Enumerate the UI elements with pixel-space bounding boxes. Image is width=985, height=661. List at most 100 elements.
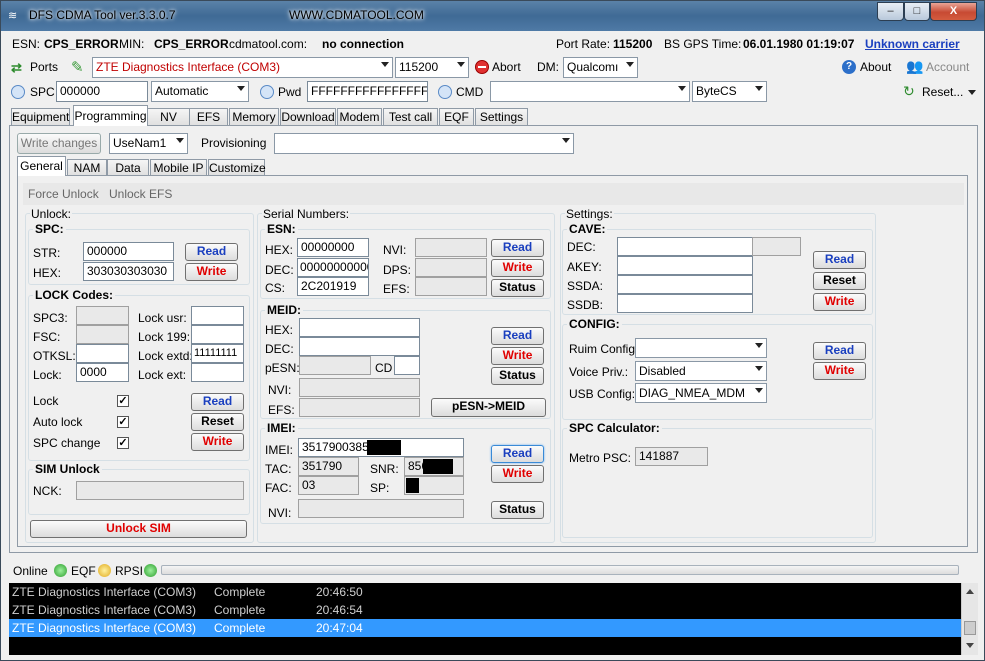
bytecs-select[interactable]: ByteCS <box>692 81 767 102</box>
pwd-input[interactable]: FFFFFFFFFFFFFFFF <box>307 81 428 102</box>
chevron-down-icon[interactable] <box>968 90 976 95</box>
spc3-input[interactable] <box>76 306 129 325</box>
ssdb-input[interactable] <box>617 294 753 313</box>
lock-codes-reset-button[interactable]: Reset <box>191 413 244 431</box>
usb-config-select[interactable]: DIAG_NMEA_MDM <box>635 383 767 403</box>
sub-tab-customize[interactable]: Customize <box>208 159 266 175</box>
sub-tab-general[interactable]: General <box>17 156 66 176</box>
sub-tab-data[interactable]: Data <box>107 159 149 175</box>
ports-button[interactable]: Ports <box>30 60 58 74</box>
cave-dec-input[interactable] <box>617 237 753 256</box>
lock-ext-input[interactable] <box>191 363 244 382</box>
cave-dec-extra-input[interactable] <box>752 237 801 256</box>
metro-psc-input[interactable]: 141887 <box>635 447 708 466</box>
scroll-up-icon[interactable] <box>966 589 974 594</box>
imei-nvi-input[interactable] <box>298 499 464 518</box>
tab-efs[interactable]: EFS <box>189 108 228 125</box>
str-input[interactable]: 000000 <box>83 242 174 261</box>
tac-input[interactable]: 351790 <box>298 457 359 476</box>
tab-memory[interactable]: Memory <box>229 108 279 125</box>
force-unlock-link[interactable]: Force Unlock <box>28 187 99 201</box>
reset-menu-button[interactable]: Reset... <box>922 85 963 99</box>
esn-nvi-input[interactable] <box>415 238 487 257</box>
tab-eqf[interactable]: EQF <box>439 108 474 125</box>
tab-settings[interactable]: Settings <box>475 108 528 125</box>
spc-read-button[interactable]: Read <box>185 243 238 261</box>
write-changes-button[interactable]: Write changes <box>17 133 101 154</box>
meid-dec-input[interactable] <box>299 337 420 356</box>
baud-select[interactable]: 115200 <box>395 57 469 78</box>
meid-read-button[interactable]: Read <box>491 327 544 345</box>
maximize-button[interactable]: □ <box>904 2 930 21</box>
esn-dps-input[interactable] <box>415 258 487 277</box>
tab-download[interactable]: Download <box>280 108 336 125</box>
voice-priv-select[interactable]: Disabled <box>635 361 767 381</box>
tab-equipment[interactable]: Equipment <box>11 108 70 125</box>
akey-input[interactable] <box>617 256 753 275</box>
scrollbar[interactable] <box>961 583 978 655</box>
esn-cs-input[interactable]: 2C201919 <box>297 277 369 296</box>
unlock-sim-button[interactable]: Unlock SIM <box>30 520 247 538</box>
config-write-button[interactable]: Write <box>813 362 866 380</box>
unlock-efs-link[interactable]: Unlock EFS <box>109 187 172 201</box>
lock-199-input[interactable] <box>191 325 244 344</box>
ruim-config-select[interactable] <box>635 338 767 358</box>
auto-lock-checkbox[interactable]: ✓ <box>117 416 129 428</box>
sub-tab-mobile-ip[interactable]: Mobile IP <box>150 159 207 175</box>
fac-input[interactable]: 03 <box>298 476 359 495</box>
dm-select[interactable]: Qualcomı <box>563 57 638 78</box>
tab-programming[interactable]: Programming <box>73 105 148 126</box>
lock-usr-input[interactable] <box>191 306 244 325</box>
lock-codes-write-button[interactable]: Write <box>191 433 244 451</box>
imei-status-button[interactable]: Status <box>491 501 544 519</box>
otksl-input[interactable] <box>76 344 129 363</box>
cave-reset-button[interactable]: Reset <box>813 272 866 290</box>
cmd-select[interactable] <box>490 81 690 102</box>
spc-mode-select[interactable]: Automatic <box>151 81 249 102</box>
tab-nv[interactable]: NV <box>147 108 190 125</box>
interface-select[interactable]: ZTE Diagnostics Interface (COM3) <box>92 57 393 78</box>
tab-modem[interactable]: Modem <box>337 108 382 125</box>
meid-hex-input[interactable] <box>299 318 420 337</box>
spc-input[interactable]: 000000 <box>56 81 148 102</box>
provisioning-select[interactable] <box>274 133 574 154</box>
meid-write-button[interactable]: Write <box>491 347 544 365</box>
meid-status-button[interactable]: Status <box>491 367 544 385</box>
scroll-down-icon[interactable] <box>966 643 974 648</box>
close-button[interactable]: X <box>930 2 977 21</box>
tab-test-call[interactable]: Test call <box>383 108 438 125</box>
cave-read-button[interactable]: Read <box>813 251 866 269</box>
log-row[interactable]: ZTE Diagnostics Interface (COM3) Complete… <box>9 601 961 619</box>
esn-status-button[interactable]: Status <box>491 279 544 297</box>
spc-write-button[interactable]: Write <box>185 263 238 281</box>
log-row[interactable]: ZTE Diagnostics Interface (COM3) Complete… <box>9 583 961 601</box>
abort-button[interactable]: Abort <box>492 60 521 74</box>
esn-write-button[interactable]: Write <box>491 259 544 277</box>
pesn-input[interactable] <box>299 356 371 375</box>
lock-checkbox[interactable]: ✓ <box>117 395 129 407</box>
log-row[interactable]: ZTE Diagnostics Interface (COM3) Complete… <box>9 619 961 637</box>
meid-nvi-input[interactable] <box>299 378 420 397</box>
scroll-thumb[interactable] <box>964 621 976 635</box>
imei-write-button[interactable]: Write <box>491 465 544 483</box>
esn-read-button[interactable]: Read <box>491 239 544 257</box>
esn-efs-input[interactable] <box>415 277 487 296</box>
account-button[interactable]: Account <box>926 60 969 74</box>
cave-write-button[interactable]: Write <box>813 293 866 311</box>
esn-dec-input[interactable]: 00000000000 <box>297 258 369 277</box>
lock-codes-read-button[interactable]: Read <box>191 393 244 411</box>
lock-input[interactable]: 0000 <box>76 363 129 382</box>
spc-change-checkbox[interactable]: ✓ <box>117 437 129 449</box>
cd-input[interactable] <box>394 356 420 375</box>
nck-input[interactable] <box>76 481 244 500</box>
lock-extd-input[interactable]: 11111111 <box>191 344 244 363</box>
usenam-select[interactable]: UseNam1 <box>109 133 188 154</box>
minimize-button[interactable]: – <box>877 2 904 21</box>
carrier-link[interactable]: Unknown carrier <box>865 37 960 51</box>
esn-hex-input[interactable]: 00000000 <box>297 238 369 257</box>
pesn-to-meid-button[interactable]: pESN->MEID <box>431 398 546 417</box>
ssda-input[interactable] <box>617 275 753 294</box>
config-read-button[interactable]: Read <box>813 342 866 360</box>
sub-tab-nam[interactable]: NAM <box>67 159 107 175</box>
imei-read-button[interactable]: Read <box>491 445 544 463</box>
